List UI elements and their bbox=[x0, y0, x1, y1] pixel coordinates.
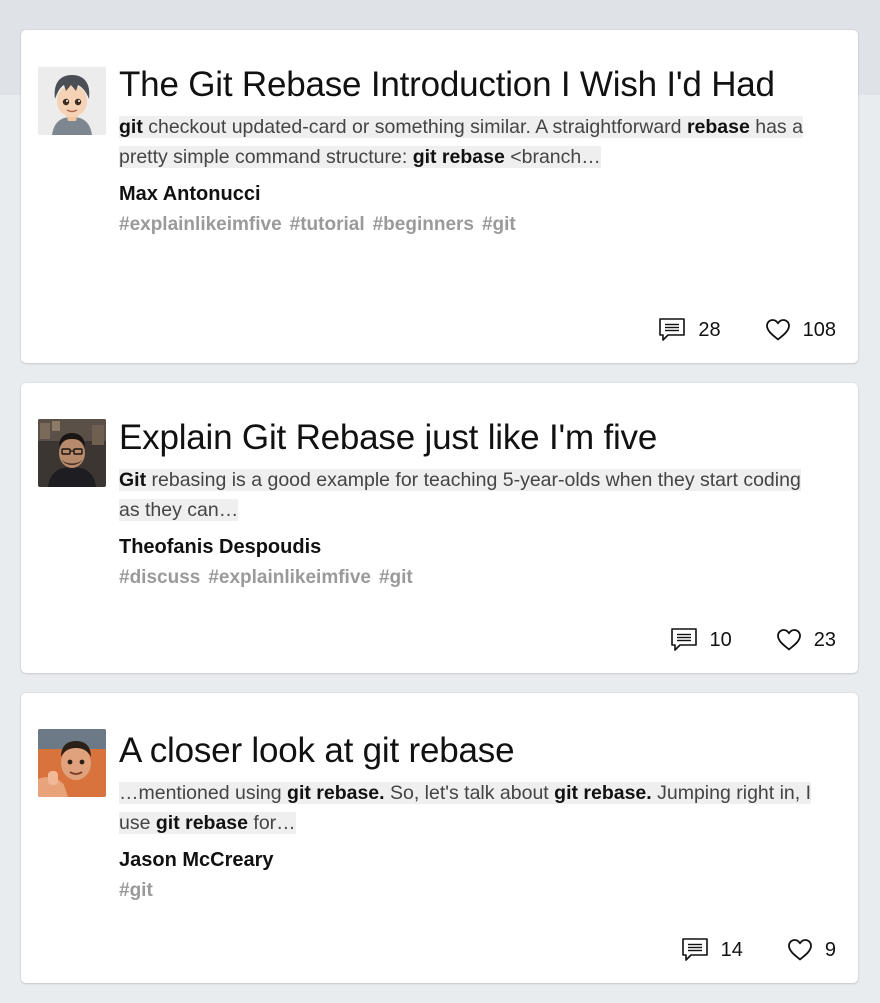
article-snippet: …mentioned using git rebase. So, let's t… bbox=[119, 778, 819, 838]
tag-link[interactable]: #git bbox=[379, 567, 413, 588]
comment-icon bbox=[659, 318, 686, 341]
author-avatar[interactable] bbox=[38, 419, 106, 487]
article-card[interactable]: The Git Rebase Introduction I Wish I'd H… bbox=[21, 30, 858, 363]
snippet-match-term: rebase bbox=[686, 116, 750, 138]
author-avatar[interactable] bbox=[38, 729, 106, 797]
like-count: 9 bbox=[824, 938, 836, 961]
article-stats: 10 23 bbox=[670, 626, 836, 654]
article-title[interactable]: Explain Git Rebase just like I'm five bbox=[119, 416, 834, 460]
like-button[interactable]: 23 bbox=[776, 628, 836, 652]
article-card[interactable]: A closer look at git rebase …mentioned u… bbox=[21, 693, 858, 983]
article-stats: 28 108 bbox=[658, 316, 836, 344]
article-content: The Git Rebase Introduction I Wish I'd H… bbox=[119, 63, 834, 238]
tag-list: #explainlikeimfive #tutorial #beginners #gi… bbox=[119, 212, 834, 238]
like-button[interactable]: 108 bbox=[765, 318, 836, 342]
snippet-run: for… bbox=[247, 812, 296, 834]
author-name[interactable]: Theofanis Despoudis bbox=[119, 534, 834, 560]
like-count: 23 bbox=[813, 628, 836, 651]
article-title[interactable]: A closer look at git rebase bbox=[119, 729, 834, 773]
tag-link[interactable]: #tutorial bbox=[290, 214, 365, 235]
author-name[interactable]: Jason McCreary bbox=[119, 847, 834, 873]
comment-count: 14 bbox=[720, 938, 743, 961]
comment-count: 28 bbox=[698, 318, 721, 341]
snippet-text: Git rebasing is a good example for teach… bbox=[119, 469, 801, 521]
snippet-match-term: git rebase bbox=[412, 146, 505, 168]
snippet-match-term: git rebase. bbox=[287, 782, 385, 804]
article-snippet: Git rebasing is a good example for teach… bbox=[119, 465, 819, 525]
article-feed: The Git Rebase Introduction I Wish I'd H… bbox=[21, 30, 858, 1003]
article-content: A closer look at git rebase …mentioned u… bbox=[119, 729, 834, 904]
tag-link[interactable]: #git bbox=[482, 214, 516, 235]
snippet-text: …mentioned using git rebase. So, let's t… bbox=[119, 782, 812, 834]
snippet-match-term: git rebase bbox=[155, 812, 248, 834]
tag-list: #git bbox=[119, 878, 834, 904]
snippet-run: checkout updated-card or something simil… bbox=[142, 116, 687, 138]
snippet-run: rebasing is a good example for teaching … bbox=[119, 469, 801, 521]
article-title[interactable]: The Git Rebase Introduction I Wish I'd H… bbox=[119, 63, 834, 107]
tag-link[interactable]: #beginners bbox=[373, 214, 474, 235]
snippet-match-term: Git bbox=[119, 469, 147, 491]
article-card[interactable]: Explain Git Rebase just like I'm five Gi… bbox=[21, 383, 858, 673]
snippet-match-term: git rebase. bbox=[554, 782, 652, 804]
heart-icon bbox=[765, 319, 790, 341]
like-count: 108 bbox=[802, 318, 836, 341]
comments-button[interactable]: 10 bbox=[670, 627, 732, 653]
tag-link[interactable]: #explainlikeimfive bbox=[208, 567, 371, 588]
comment-icon bbox=[670, 628, 697, 651]
article-content: Explain Git Rebase just like I'm five Gi… bbox=[119, 416, 834, 591]
article-stats: 14 9 bbox=[681, 936, 836, 964]
heart-icon bbox=[787, 939, 812, 961]
tag-link[interactable]: #git bbox=[119, 880, 153, 901]
snippet-text: git checkout updated-card or something s… bbox=[119, 116, 803, 168]
snippet-run: …mentioned using bbox=[119, 782, 288, 804]
tag-list: #discuss #explainlikeimfive #git bbox=[119, 565, 834, 591]
cartoon-avatar-icon bbox=[38, 67, 106, 135]
photo-avatar-icon bbox=[38, 729, 106, 797]
comments-button[interactable]: 28 bbox=[658, 317, 721, 343]
comment-count: 10 bbox=[709, 628, 732, 651]
heart-icon bbox=[776, 629, 801, 651]
tag-link[interactable]: #explainlikeimfive bbox=[119, 214, 282, 235]
author-name[interactable]: Max Antonucci bbox=[119, 181, 834, 207]
tag-link[interactable]: #discuss bbox=[119, 567, 200, 588]
author-avatar[interactable] bbox=[38, 67, 106, 135]
snippet-run: <branch… bbox=[504, 146, 601, 168]
comments-button[interactable]: 14 bbox=[681, 937, 743, 963]
comment-icon bbox=[681, 938, 708, 961]
like-button[interactable]: 9 bbox=[787, 938, 836, 962]
photo-avatar-icon bbox=[38, 419, 106, 487]
article-snippet: git checkout updated-card or something s… bbox=[119, 112, 819, 172]
snippet-run: So, let's talk about bbox=[384, 782, 555, 804]
snippet-match-term: git bbox=[119, 116, 143, 138]
